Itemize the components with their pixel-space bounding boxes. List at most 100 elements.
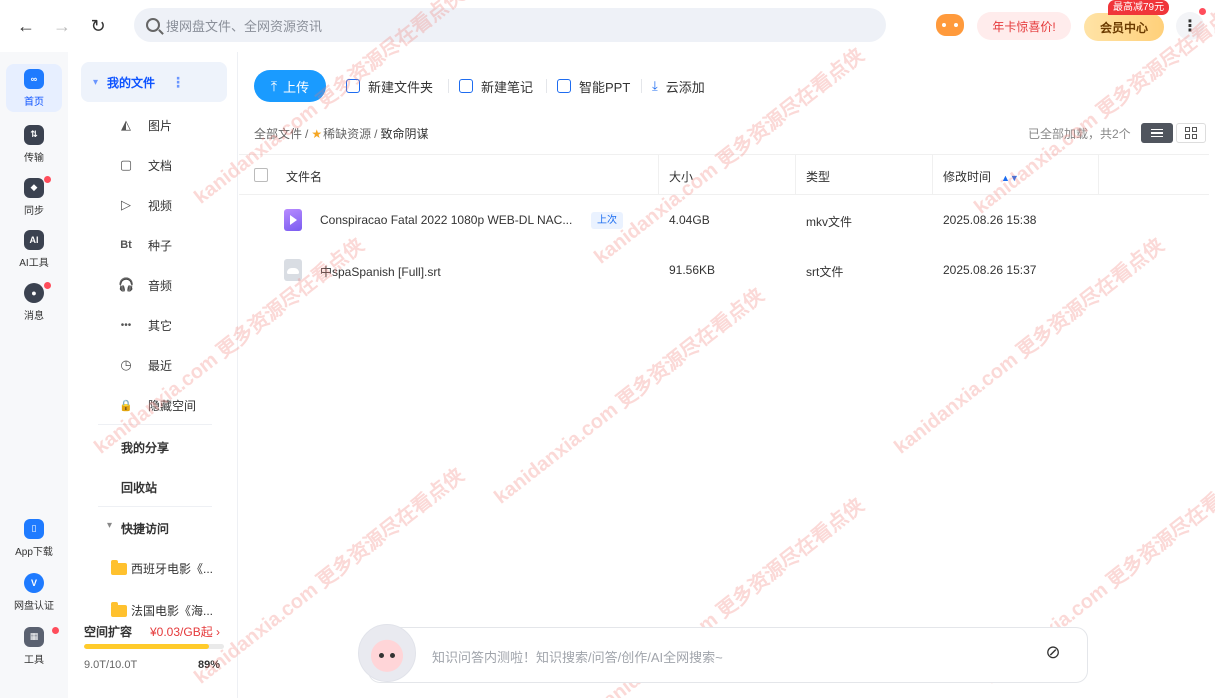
storage-percent: 89%: [198, 659, 221, 671]
smart-ppt-button[interactable]: 智能PPT: [557, 71, 630, 101]
new-folder-button[interactable]: 新建文件夹: [346, 71, 433, 101]
storage-price-link[interactable]: ¥0.03/GB起 ›: [150, 623, 220, 640]
file-name[interactable]: Conspiracao Fatal 2022 1080p WEB-DL NAC.…: [320, 213, 572, 227]
breadcrumb-current: 致命阴谋: [380, 127, 429, 141]
rail-item-transfer[interactable]: ⇅ 传输: [6, 120, 62, 168]
vip-center-button[interactable]: 会员中心: [1084, 13, 1164, 41]
image-icon: ◭: [121, 117, 131, 132]
folder-icon: [111, 559, 127, 575]
recycle-bin-nav[interactable]: 回收站: [121, 479, 157, 496]
rail-item-ai[interactable]: AI AI工具: [6, 225, 62, 273]
breadcrumb-root[interactable]: 全部文件: [254, 125, 302, 142]
folder-label: 法国电影《海...: [131, 604, 214, 618]
file-modified: 2025.08.26 15:37: [943, 263, 1037, 277]
rail-item-app-download[interactable]: ▯ App下载: [6, 514, 62, 562]
sync-badge-dot: [44, 176, 51, 183]
column-header-modified[interactable]: 修改时间 ▲▼: [943, 168, 1019, 185]
refresh-icon[interactable]: ↻: [86, 14, 110, 38]
nav-item-hidden-space[interactable]: 🔒 隐藏空间: [118, 395, 196, 415]
rail-item-home[interactable]: ∞ 首页: [6, 64, 62, 112]
ai-assistant-avatar[interactable]: [358, 624, 416, 682]
list-count-info: 已全部加载，共2个: [1028, 127, 1131, 141]
table-header: 文件名 大小 类型 修改时间 ▲▼: [239, 154, 1209, 195]
rail-label: 工具: [24, 654, 44, 666]
lock-icon: 🔒: [119, 399, 133, 412]
nav-item-other[interactable]: ••• 其它: [118, 315, 172, 335]
column-header-type[interactable]: 类型: [806, 168, 830, 185]
storage-expand-title[interactable]: 空间扩容: [84, 623, 132, 640]
rail-item-verify[interactable]: V 网盘认证: [6, 568, 62, 616]
breadcrumb: 全部文件 / ★ 稀缺资源 / 致命阴谋: [254, 125, 429, 142]
rail-label: 同步: [24, 205, 44, 217]
attachment-icon[interactable]: ⊘: [1043, 642, 1063, 664]
nav-item-documents[interactable]: ▢ 文档: [118, 155, 172, 175]
table-row[interactable]: 中spaSpanish [Full].srt 91.56KB srt文件 202…: [239, 245, 1209, 295]
column-header-size[interactable]: 大小: [669, 168, 693, 185]
nav-label: 种子: [148, 238, 173, 253]
top-bar: ← → ↻ 搜网盘文件、全网资源资讯 年卡惊喜价! 会员中心 最高减79元 ⋮: [0, 0, 1215, 52]
home-icon: ∞: [24, 68, 44, 89]
forward-arrow-icon[interactable]: →: [50, 14, 74, 38]
nav-item-videos[interactable]: ▷ 视频: [118, 195, 172, 215]
nav-item-images[interactable]: ◭ 图片: [118, 115, 172, 135]
verify-icon: V: [24, 572, 44, 593]
more-dots-icon: •••: [120, 319, 132, 331]
toolbar-label: 新建笔记: [481, 79, 534, 95]
nav-label: 其它: [148, 318, 173, 333]
breadcrumb-separator: /: [374, 126, 378, 141]
nav-item-torrents[interactable]: Bt 种子: [118, 235, 172, 255]
gamepad-icon[interactable]: [936, 14, 964, 36]
upload-button[interactable]: ⤒ 上传: [254, 70, 326, 102]
collapse-caret-icon: ▾: [107, 520, 113, 531]
clock-icon: ◷: [120, 357, 132, 372]
quick-folder-item[interactable]: 西班牙电影《...: [111, 559, 214, 577]
rail-label: App下载: [15, 546, 53, 558]
sort-icon[interactable]: ▲▼: [1001, 173, 1019, 183]
folder-label: 西班牙电影《...: [131, 562, 214, 576]
watermark: kanidanxia.com 更多资源尽在看点侠: [490, 284, 769, 509]
grid-view-icon[interactable]: [1176, 123, 1206, 143]
ai-icon: AI: [24, 229, 44, 250]
cloud-add-button[interactable]: ⤓ 云添加: [652, 71, 705, 101]
divider: [98, 506, 212, 507]
storage-progress-fill: [84, 644, 209, 649]
file-modified: 2025.08.26 15:38: [943, 213, 1037, 227]
message-icon: ●: [24, 282, 44, 303]
search-input[interactable]: 搜网盘文件、全网资源资讯: [134, 8, 886, 42]
toolbar-label: 智能PPT: [579, 79, 631, 95]
quick-folder-item[interactable]: 法国电影《海...: [111, 601, 214, 619]
my-share-nav[interactable]: 我的分享: [121, 439, 169, 456]
list-view-icon[interactable]: [1141, 123, 1173, 143]
column-header-name[interactable]: 文件名: [286, 168, 322, 185]
nav-label: 音频: [148, 278, 173, 293]
rail-label: 消息: [24, 310, 44, 322]
quick-access-nav[interactable]: ▾ 快捷访问: [107, 520, 169, 537]
breadcrumb-parent[interactable]: 稀缺资源: [323, 125, 371, 142]
nav-label: 图片: [148, 118, 173, 133]
document-icon: ▢: [119, 157, 133, 172]
kebab-icon[interactable]: ⋮: [171, 74, 185, 91]
back-arrow-icon[interactable]: ←: [14, 14, 38, 38]
tools-badge-dot: [52, 627, 59, 634]
subtitle-file-icon: [284, 259, 302, 281]
file-name[interactable]: 中spaSpanish [Full].srt: [320, 263, 441, 280]
column-divider: [795, 155, 796, 195]
nav-item-audio[interactable]: 🎧 音频: [118, 275, 172, 295]
rail-item-message[interactable]: ● 消息: [6, 278, 62, 326]
file-size: 4.04GB: [669, 213, 710, 227]
toolbar-label: 云添加: [665, 79, 705, 95]
my-files-nav[interactable]: 我的文件 ⋮: [81, 62, 227, 102]
search-placeholder: 搜网盘文件、全网资源资讯: [166, 18, 323, 34]
phone-icon: ▯: [24, 518, 44, 539]
nav-item-recent[interactable]: ◷ 最近: [118, 355, 172, 375]
rail-item-sync[interactable]: ◆ 同步: [6, 173, 62, 221]
select-all-checkbox[interactable]: [254, 168, 268, 182]
new-note-button[interactable]: 新建笔记: [459, 71, 533, 101]
search-icon: [146, 18, 160, 32]
modified-header-label: 修改时间: [943, 170, 992, 184]
table-row[interactable]: Conspiracao Fatal 2022 1080p WEB-DL NAC.…: [239, 195, 1209, 245]
more-menu-icon[interactable]: ⋮: [1176, 12, 1204, 40]
annual-promo-button[interactable]: 年卡惊喜价!: [977, 12, 1071, 40]
divider: [98, 424, 212, 425]
my-files-label: 我的文件: [107, 75, 156, 90]
